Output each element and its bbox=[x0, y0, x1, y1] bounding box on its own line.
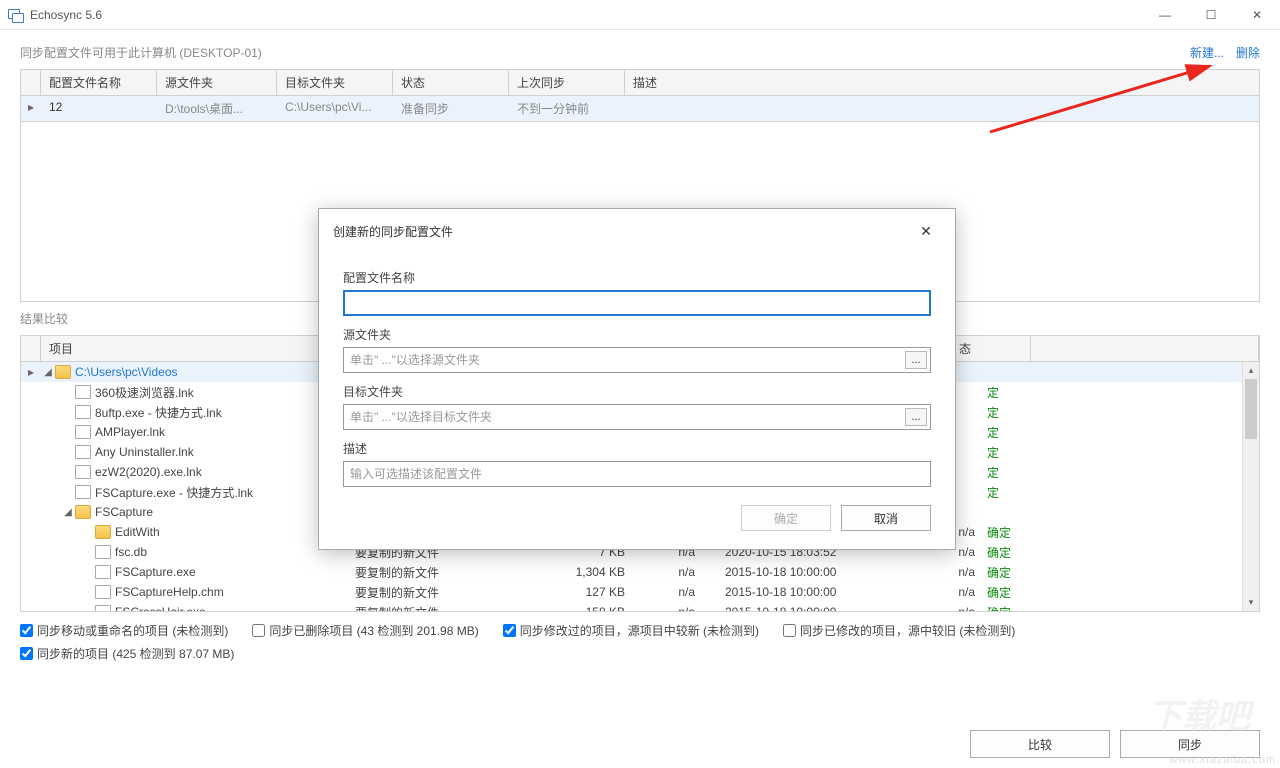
row-source: D:\tools\桌面... bbox=[157, 100, 277, 117]
browse-target-button[interactable]: ... bbox=[905, 408, 927, 426]
row-marker-icon: ▸ bbox=[21, 365, 41, 379]
col-name[interactable]: 配置文件名称 bbox=[41, 70, 157, 95]
sync-options-row1: 同步移动或重命名的项目 (未检测到) 同步已删除项目 (43 检测到 201.9… bbox=[0, 612, 1280, 645]
sync-options-row2: 同步新的项目 (425 检测到 87.07 MB) bbox=[0, 645, 1280, 662]
scrollbar[interactable]: ▴ ▾ bbox=[1242, 362, 1259, 611]
source-folder-input[interactable] bbox=[343, 347, 931, 373]
col-status[interactable]: 状态 bbox=[393, 70, 509, 95]
tree-file-row[interactable]: FSCaptureHelp.chm要复制的新文件127 KBn/a2015-10… bbox=[21, 582, 1242, 602]
tree-file-row[interactable]: FSCrossHair.exe要复制的新文件158 KBn/a2015-10-1… bbox=[21, 602, 1242, 612]
file-icon bbox=[75, 425, 91, 439]
scroll-thumb[interactable] bbox=[1245, 379, 1257, 439]
folder-icon bbox=[95, 525, 111, 539]
profile-name-input[interactable] bbox=[343, 290, 931, 316]
chk-modified-newer[interactable]: 同步修改过的项目，源项目中较新 (未检测到) bbox=[503, 622, 759, 639]
scroll-down-icon[interactable]: ▾ bbox=[1243, 594, 1259, 611]
window-title: Echosync 5.6 bbox=[30, 8, 1142, 22]
row-name: 12 bbox=[41, 100, 157, 117]
new-profile-link[interactable]: 新建... bbox=[1190, 44, 1224, 61]
compare-button[interactable]: 比较 bbox=[970, 730, 1110, 758]
file-icon bbox=[95, 585, 111, 599]
source-label: 源文件夹 bbox=[343, 326, 931, 343]
expand-icon[interactable]: ◢ bbox=[41, 367, 55, 378]
chk-new[interactable]: 同步新的项目 (425 检测到 87.07 MB) bbox=[20, 645, 234, 662]
folder-icon bbox=[75, 505, 91, 519]
profiles-title: 同步配置文件可用于此计算机 (DESKTOP-01) bbox=[20, 44, 262, 61]
target-folder-input[interactable] bbox=[343, 404, 931, 430]
file-icon bbox=[95, 545, 111, 559]
profiles-grid-header: 配置文件名称 源文件夹 目标文件夹 状态 上次同步 描述 bbox=[20, 69, 1260, 96]
window-buttons: — ☐ ✕ bbox=[1142, 0, 1280, 30]
col-target[interactable]: 目标文件夹 bbox=[277, 70, 393, 95]
col-description[interactable]: 描述 bbox=[625, 70, 1259, 95]
col-lastsync[interactable]: 上次同步 bbox=[509, 70, 625, 95]
description-input[interactable] bbox=[343, 461, 931, 487]
profile-row[interactable]: ▸ 12 D:\tools\桌面... C:\Users\pc\Vi... 准备… bbox=[20, 96, 1260, 122]
dialog-title: 创建新的同步配置文件 bbox=[333, 223, 453, 240]
row-target: C:\Users\pc\Vi... bbox=[277, 100, 393, 117]
target-label: 目标文件夹 bbox=[343, 383, 931, 400]
chk-deleted[interactable]: 同步已删除项目 (43 检测到 201.98 MB) bbox=[252, 622, 478, 639]
ok-button: 确定 bbox=[741, 505, 831, 531]
row-marker-icon: ▸ bbox=[21, 100, 41, 117]
results-title: 结果比较 bbox=[20, 310, 68, 327]
desc-label: 描述 bbox=[343, 440, 931, 457]
file-icon bbox=[75, 485, 91, 499]
titlebar: Echosync 5.6 — ☐ ✕ bbox=[0, 0, 1280, 30]
profiles-header: 同步配置文件可用于此计算机 (DESKTOP-01) 新建... 删除 bbox=[0, 30, 1280, 69]
collapse-icon[interactable]: ◢ bbox=[61, 507, 75, 518]
file-icon bbox=[75, 405, 91, 419]
row-description bbox=[625, 100, 641, 117]
tree-file-row[interactable]: FSCapture.exe要复制的新文件1,304 KBn/a2015-10-1… bbox=[21, 562, 1242, 582]
sync-button[interactable]: 同步 bbox=[1120, 730, 1260, 758]
file-icon bbox=[95, 565, 111, 579]
create-profile-dialog: 创建新的同步配置文件 ✕ 配置文件名称 源文件夹 ... 目标文件夹 ... 描… bbox=[318, 208, 956, 550]
row-lastsync: 不到一分钟前 bbox=[509, 100, 625, 117]
file-icon bbox=[75, 465, 91, 479]
delete-profile-link[interactable]: 删除 bbox=[1236, 44, 1260, 61]
cancel-button[interactable]: 取消 bbox=[841, 505, 931, 531]
maximize-button[interactable]: ☐ bbox=[1188, 0, 1234, 30]
chk-modified-older[interactable]: 同步已修改的项目，源中较旧 (未检测到) bbox=[783, 622, 1015, 639]
file-icon bbox=[75, 445, 91, 459]
minimize-button[interactable]: — bbox=[1142, 0, 1188, 30]
footer-buttons: 比较 同步 bbox=[970, 730, 1260, 758]
folder-icon bbox=[55, 365, 71, 379]
app-icon bbox=[8, 7, 24, 23]
name-label: 配置文件名称 bbox=[343, 269, 931, 286]
dialog-close-button[interactable]: ✕ bbox=[911, 219, 941, 243]
file-icon bbox=[95, 605, 111, 612]
col-status2[interactable]: 态 bbox=[951, 336, 1031, 361]
dialog-titlebar: 创建新的同步配置文件 ✕ bbox=[319, 209, 955, 253]
scroll-up-icon[interactable]: ▴ bbox=[1243, 362, 1259, 379]
col-source[interactable]: 源文件夹 bbox=[157, 70, 277, 95]
row-status: 准备同步 bbox=[393, 100, 509, 117]
chk-moved[interactable]: 同步移动或重命名的项目 (未检测到) bbox=[20, 622, 228, 639]
close-button[interactable]: ✕ bbox=[1234, 0, 1280, 30]
file-icon bbox=[75, 385, 91, 399]
browse-source-button[interactable]: ... bbox=[905, 351, 927, 369]
